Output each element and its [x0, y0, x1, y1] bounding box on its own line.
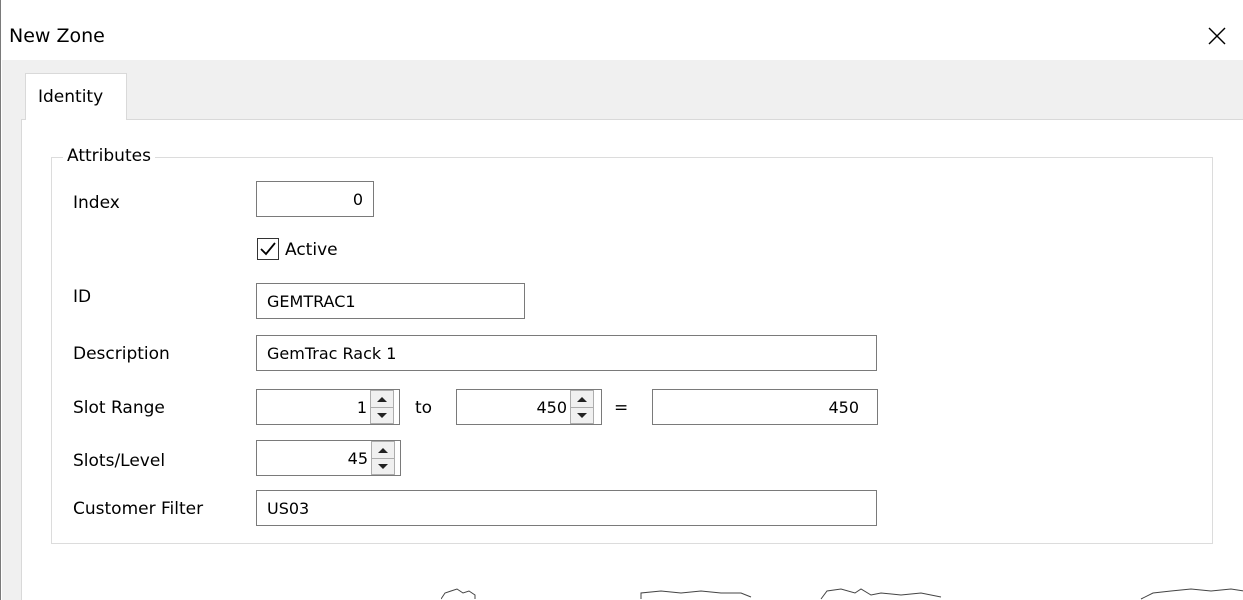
- spin-down-icon[interactable]: [372, 458, 394, 474]
- dialog-title: New Zone: [9, 25, 105, 47]
- active-checkbox[interactable]: [257, 238, 279, 260]
- slots-per-level-spinner[interactable]: [371, 441, 395, 475]
- index-label: Index: [73, 193, 120, 213]
- checkmark-icon: [260, 242, 276, 256]
- title-bar: New Zone: [1, 0, 1243, 60]
- tab-identity-label: Identity: [38, 87, 104, 107]
- slot-range-from-spinner[interactable]: [370, 390, 394, 424]
- spin-up-icon[interactable]: [571, 391, 593, 408]
- customer-filter-label: Customer Filter: [73, 499, 204, 519]
- spin-down-icon[interactable]: [371, 407, 393, 423]
- description-label: Description: [73, 344, 170, 364]
- index-field[interactable]: [256, 181, 374, 217]
- slot-range-label: Slot Range: [73, 398, 165, 418]
- cropped-fragment: [441, 588, 1243, 600]
- slots-per-level-label: Slots/Level: [73, 451, 166, 471]
- description-field[interactable]: [256, 335, 877, 371]
- spin-down-icon[interactable]: [571, 407, 593, 423]
- id-label: ID: [73, 287, 92, 307]
- id-field[interactable]: [256, 283, 525, 319]
- new-zone-dialog: New Zone Identity Attributes Index Activ…: [0, 0, 1243, 600]
- slot-range-to-spinner[interactable]: [570, 390, 594, 424]
- spin-up-icon[interactable]: [371, 391, 393, 408]
- tab-identity[interactable]: Identity: [25, 73, 127, 120]
- close-icon: [1208, 27, 1226, 45]
- attributes-group-title: Attributes: [63, 146, 155, 166]
- spin-up-icon[interactable]: [372, 442, 394, 459]
- slot-range-equals-label: =: [614, 398, 629, 418]
- customer-filter-field[interactable]: [256, 490, 877, 526]
- active-label: Active: [285, 240, 338, 260]
- slot-range-total-field[interactable]: [652, 389, 878, 425]
- close-button[interactable]: [1195, 16, 1239, 56]
- slot-range-to-label: to: [415, 398, 433, 418]
